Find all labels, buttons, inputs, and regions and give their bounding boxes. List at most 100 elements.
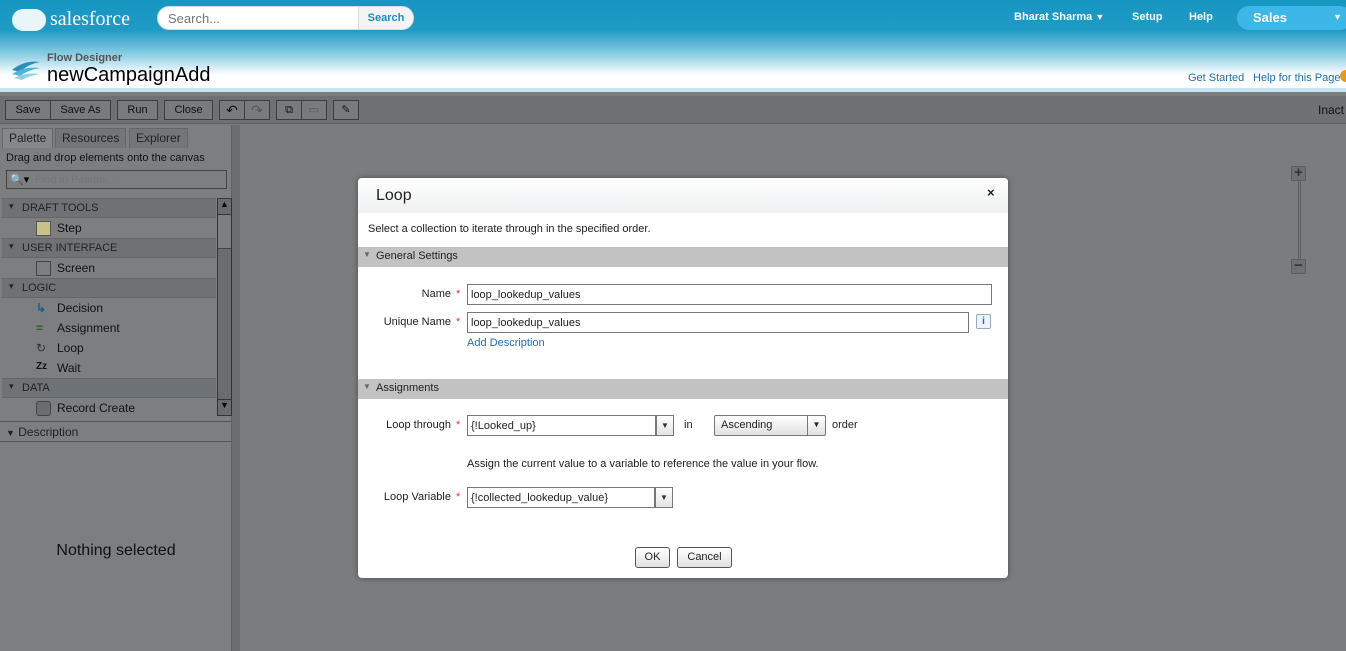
loop-dialog: Loop × Select a collection to iterate th… xyxy=(358,178,1008,578)
cloud-icon xyxy=(12,8,46,31)
loop-through-label: Loop through xyxy=(386,419,451,431)
ok-button[interactable]: OK xyxy=(635,547,670,568)
tab-explorer[interactable]: Explorer xyxy=(129,128,188,148)
flow-name: newCampaignAdd xyxy=(47,64,211,86)
nothing-selected: Nothing selected xyxy=(56,542,176,559)
palette-hint: Drag and drop elements onto the canvas xyxy=(6,152,205,164)
palette-item-assignment[interactable]: = Assignment xyxy=(36,318,120,338)
description-label: Description xyxy=(18,425,79,439)
collapse-icon: ▼ xyxy=(6,428,15,438)
palette-item-screen[interactable]: Screen xyxy=(36,258,95,278)
assignment-icon: = xyxy=(36,320,44,335)
required-marker: * xyxy=(456,491,461,503)
item-label: Screen xyxy=(57,261,96,275)
screen-icon xyxy=(36,260,51,276)
search-icon[interactable]: 🔍▾ xyxy=(7,173,35,186)
palette-item-record-create[interactable]: Record Create xyxy=(36,398,135,418)
wrench-icon[interactable]: ✎ xyxy=(333,100,359,120)
section-user-interface[interactable]: USER INTERFACE xyxy=(2,238,216,258)
scroll-up-icon[interactable]: ▲ xyxy=(218,199,231,215)
required-marker: * xyxy=(456,419,461,431)
order-select[interactable]: Ascending ▼ xyxy=(714,415,826,436)
item-label: Assignment xyxy=(57,321,120,335)
zoom-in-icon[interactable]: + xyxy=(1291,165,1306,181)
help-link[interactable]: Help xyxy=(1189,11,1213,23)
palette-item-decision[interactable]: ↳ Decision xyxy=(36,298,103,318)
search-input[interactable] xyxy=(158,7,358,29)
panel-splitter[interactable] xyxy=(232,125,240,651)
loop-icon: ↻ xyxy=(36,340,47,355)
item-label: Step xyxy=(57,221,82,235)
paste-icon[interactable]: ▭ xyxy=(301,100,327,120)
redo-icon[interactable]: ↷ xyxy=(244,100,270,120)
search-button[interactable]: Search xyxy=(358,7,413,29)
dialog-title: Loop xyxy=(376,187,412,204)
record-create-icon xyxy=(36,400,51,416)
required-marker: * xyxy=(456,316,461,328)
tab-resources[interactable]: Resources xyxy=(55,128,127,148)
copy-icon[interactable]: ⧉ xyxy=(276,100,302,120)
assign-hint: Assign the current value to a variable t… xyxy=(467,458,819,470)
undo-icon[interactable]: ↶ xyxy=(219,100,245,120)
palette-item-step[interactable]: Step xyxy=(36,218,82,238)
decision-icon: ↳ xyxy=(36,300,47,315)
salesforce-logo[interactable]: salesforce xyxy=(12,8,130,31)
scroll-thumb[interactable] xyxy=(218,215,231,249)
close-button[interactable]: Close xyxy=(164,100,213,120)
assignments-header[interactable]: Assignments xyxy=(358,379,1008,399)
save-button[interactable]: Save xyxy=(5,100,51,120)
help-icon[interactable] xyxy=(1340,70,1346,82)
caret-down-icon: ▼ xyxy=(1095,12,1105,22)
flow-status: Inact xyxy=(1318,103,1345,117)
loop-through-input[interactable] xyxy=(467,415,656,436)
step-icon xyxy=(36,220,51,236)
item-label: Wait xyxy=(57,361,81,375)
loop-through-dropdown[interactable]: ▼ xyxy=(656,415,674,436)
user-menu[interactable]: Bharat Sharma ▼ xyxy=(1014,11,1104,23)
scroll-down-icon[interactable]: ▼ xyxy=(218,399,231,415)
order-value: Ascending xyxy=(721,419,773,431)
chevron-down-icon: ▼ xyxy=(807,415,825,436)
required-marker: * xyxy=(456,288,461,300)
tab-palette[interactable]: Palette xyxy=(2,128,54,148)
item-label: Record Create xyxy=(57,401,136,415)
section-draft-tools[interactable]: DRAFT TOOLS xyxy=(2,198,216,218)
find-in-palette: 🔍▾ xyxy=(6,170,227,189)
palette-scrollbar[interactable]: ▲ ▼ xyxy=(217,198,232,416)
setup-link[interactable]: Setup xyxy=(1132,11,1163,23)
loop-variable-input[interactable] xyxy=(467,487,655,508)
brand-text: salesforce xyxy=(50,8,130,30)
name-input[interactable] xyxy=(467,284,992,305)
add-description-link[interactable]: Add Description xyxy=(467,337,545,349)
item-label: Loop xyxy=(57,341,84,355)
save-as-button[interactable]: Save As xyxy=(50,100,111,120)
unique-name-label: Unique Name xyxy=(383,316,451,328)
general-settings-header[interactable]: General Settings xyxy=(358,247,1008,267)
zoom-slider-track[interactable] xyxy=(1298,180,1301,260)
wait-icon: Zz xyxy=(36,360,48,372)
section-data[interactable]: DATA xyxy=(2,378,216,398)
info-icon[interactable]: i xyxy=(976,314,991,329)
loop-variable-dropdown[interactable]: ▼ xyxy=(655,487,673,508)
in-label: in xyxy=(684,419,693,431)
zoom-out-icon[interactable]: − xyxy=(1291,258,1306,274)
run-button[interactable]: Run xyxy=(117,100,158,120)
get-started-link[interactable]: Get Started xyxy=(1188,72,1244,84)
help-page-link[interactable]: Help for this Page xyxy=(1253,72,1340,84)
unique-name-input[interactable] xyxy=(467,312,969,333)
section-logic[interactable]: LOGIC xyxy=(2,278,216,298)
app-name: Sales xyxy=(1253,10,1287,25)
close-icon[interactable]: × xyxy=(987,185,995,200)
loop-variable-label: Loop Variable xyxy=(383,491,451,503)
palette-search-input[interactable] xyxy=(35,173,226,186)
item-label: Decision xyxy=(57,301,104,315)
app-label: Flow Designer xyxy=(47,52,123,64)
palette-item-wait[interactable]: Zz Wait xyxy=(36,358,81,378)
cancel-button[interactable]: Cancel xyxy=(677,547,732,568)
palette-item-loop[interactable]: ↻ Loop xyxy=(36,338,84,358)
caret-down-icon: ▼ xyxy=(1333,12,1342,22)
app-switcher[interactable]: Sales ▼ xyxy=(1237,6,1346,30)
dialog-header xyxy=(358,178,1008,213)
description-panel-header[interactable]: ▼ Description xyxy=(0,421,232,442)
flow-designer-icon xyxy=(12,61,40,80)
